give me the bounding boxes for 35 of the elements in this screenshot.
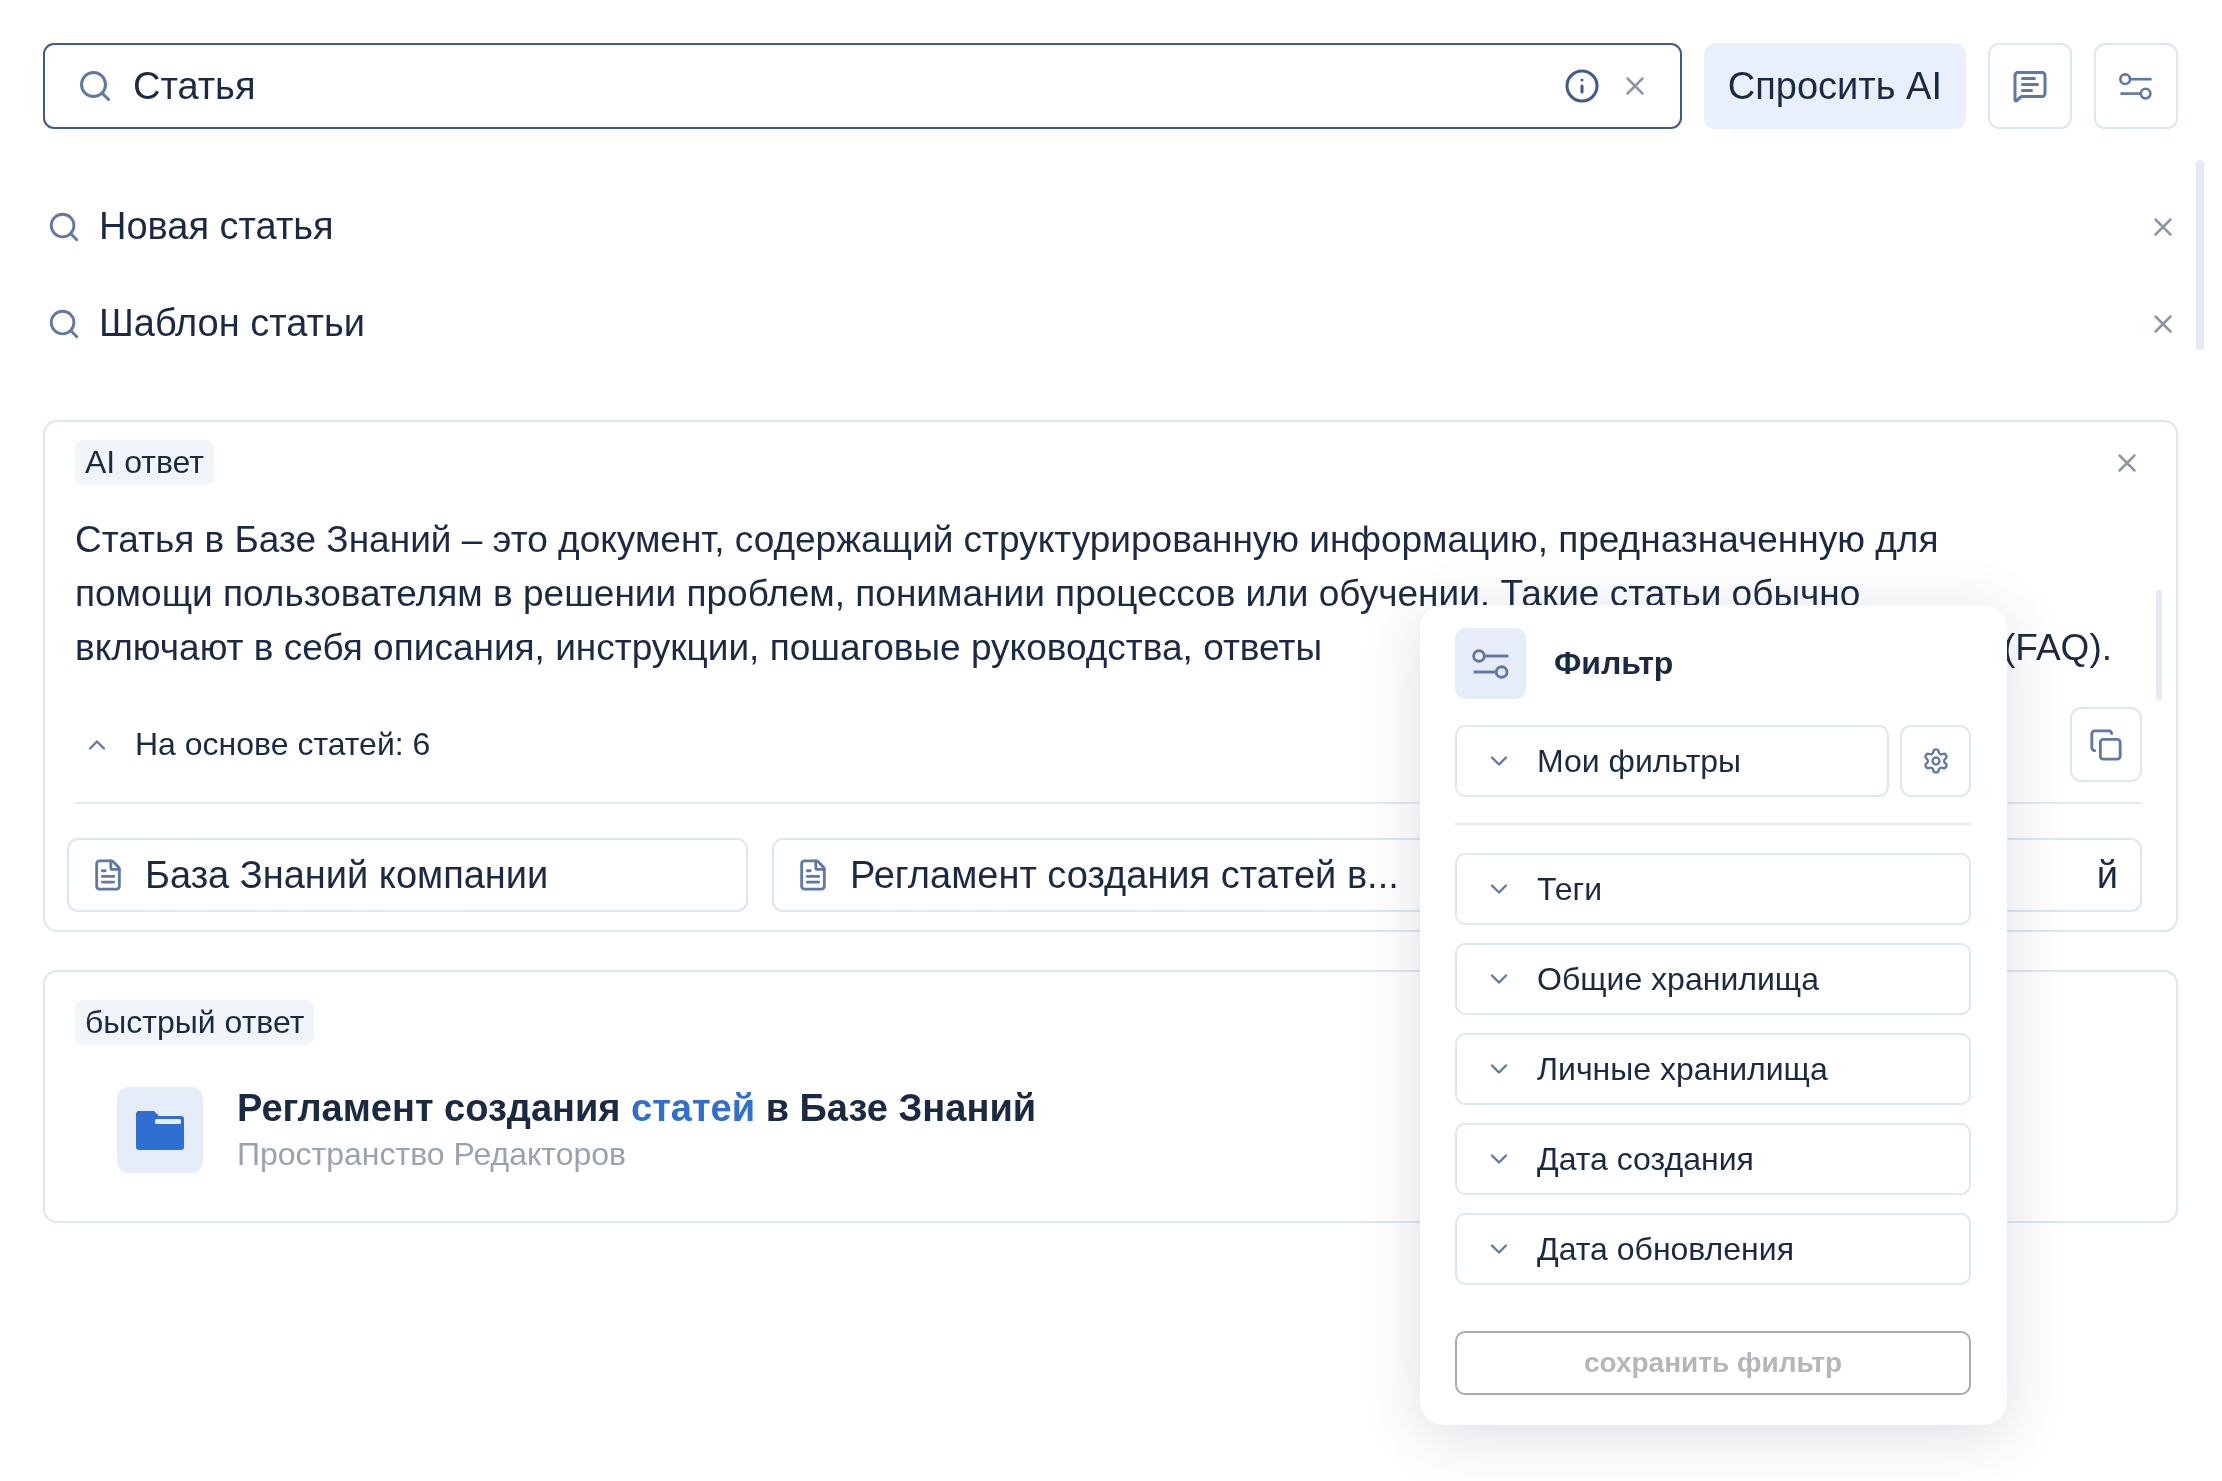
- filter-section[interactable]: Дата создания: [1455, 1123, 1971, 1195]
- search-icon: [77, 68, 113, 104]
- search-bar[interactable]: Статья: [43, 43, 1682, 129]
- quick-answer-tag: быстрый ответ: [75, 1000, 315, 1045]
- folder-icon: [117, 1087, 203, 1173]
- gear-icon: [1921, 747, 1950, 775]
- answer-text: включают в себя описания, инструкции, пошаговые руководства, ответы: [75, 626, 1322, 670]
- chat-button[interactable]: [1988, 43, 2072, 129]
- answer-text: Статья в Базе Знаний – это документ, содержащий структурированную информацию, предназначенную для: [75, 518, 1940, 562]
- filter-icon: [1455, 628, 1526, 699]
- result-title[interactable]: Регламент создания статей в Базе Знаний: [237, 1087, 1037, 1130]
- filter-section[interactable]: Теги: [1455, 853, 1971, 925]
- copy-button[interactable]: [2070, 707, 2142, 782]
- filter-title: Фильтр: [1554, 645, 1674, 682]
- chat-icon: [2012, 68, 2048, 104]
- settings-button[interactable]: [1900, 725, 1971, 797]
- scrollbar[interactable]: [2156, 590, 2162, 700]
- filter-icon: [2118, 71, 2154, 101]
- suggestion-item[interactable]: Шаблон статьи: [99, 302, 2130, 345]
- source-chip[interactable]: База Знаний компании: [67, 838, 748, 912]
- sources-toggle[interactable]: На основе статей: 6: [75, 726, 431, 763]
- suggestion-item[interactable]: Новая статья: [99, 205, 2130, 248]
- saved-filters-select[interactable]: Мои фильтры: [1455, 725, 1889, 797]
- answer-text: (FAQ).: [2003, 626, 2112, 670]
- search-input[interactable]: Статья: [133, 64, 1544, 108]
- info-icon[interactable]: [1563, 68, 1600, 104]
- filter-section[interactable]: Дата обновления: [1455, 1213, 1971, 1285]
- ask-ai-button[interactable]: Спросить AI: [1703, 43, 1966, 129]
- filter-section[interactable]: Общие хранилища: [1455, 943, 1971, 1015]
- filter-section[interactable]: Личные хранилища: [1455, 1033, 1971, 1105]
- scrollbar[interactable]: [2196, 160, 2204, 350]
- ai-answer-tag: AI ответ: [75, 440, 214, 485]
- filter-button[interactable]: [2094, 43, 2178, 129]
- result-subtitle: Пространство Редакторов: [237, 1136, 628, 1173]
- copy-icon: [2089, 727, 2123, 762]
